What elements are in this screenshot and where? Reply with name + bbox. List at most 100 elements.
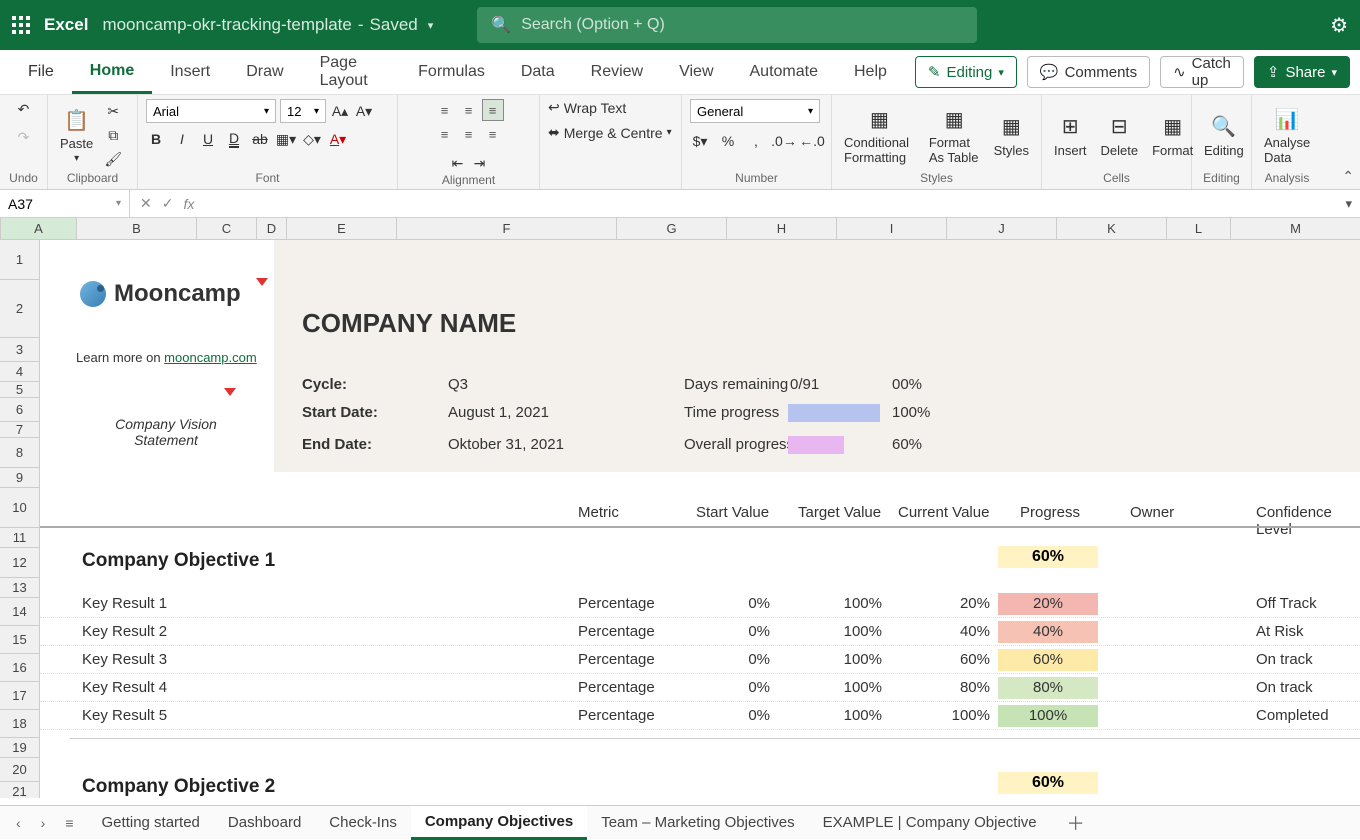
menu-view[interactable]: View	[661, 50, 731, 94]
menu-help[interactable]: Help	[836, 50, 905, 94]
name-box[interactable]: A37▾	[0, 190, 130, 217]
sheet-tab[interactable]: EXAMPLE | Company Objective	[809, 806, 1051, 840]
percent-icon[interactable]: %	[718, 131, 738, 151]
cell-styles-button[interactable]: ▦Styles	[990, 113, 1033, 158]
menu-formulas[interactable]: Formulas	[400, 50, 503, 94]
menu-automate[interactable]: Automate	[732, 50, 836, 94]
double-underline-icon[interactable]: D	[224, 129, 244, 149]
sheet-tab[interactable]: Team – Marketing Objectives	[587, 806, 808, 840]
row-header[interactable]: 15	[0, 626, 39, 654]
merge-centre-button[interactable]: ⬌Merge & Centre▾	[548, 124, 672, 141]
row-header[interactable]: 20	[0, 758, 39, 782]
increase-decimal-icon[interactable]: .0→	[774, 131, 794, 151]
format-as-table-button[interactable]: ▦Format As Table	[925, 105, 984, 165]
conditional-formatting-button[interactable]: ▦Conditional Formatting	[840, 105, 919, 165]
italic-icon[interactable]: I	[172, 129, 192, 149]
expand-formula-bar-icon[interactable]: ▾	[1345, 196, 1352, 212]
sheet-tab[interactable]: Check-Ins	[315, 806, 411, 840]
strikethrough-icon[interactable]: ab	[250, 129, 270, 149]
column-header[interactable]: L	[1167, 218, 1231, 239]
align-bottom-right-icon[interactable]: ≡	[482, 123, 504, 145]
cancel-formula-icon[interactable]: ✕	[140, 195, 152, 212]
catch-up-button[interactable]: ∿Catch up	[1160, 56, 1244, 88]
menu-insert[interactable]: Insert	[152, 50, 228, 94]
format-painter-icon[interactable]: 🖌	[103, 149, 123, 169]
row-header[interactable]: 17	[0, 682, 39, 710]
row-header[interactable]: 3	[0, 338, 39, 362]
column-header[interactable]: H	[727, 218, 837, 239]
comments-button[interactable]: 💬Comments	[1027, 56, 1150, 88]
row-header[interactable]: 9	[0, 468, 39, 488]
spreadsheet-canvas[interactable]: Mooncamp Learn more on mooncamp.com Comp…	[40, 240, 1360, 798]
insert-cells-button[interactable]: ⊞Insert	[1050, 113, 1091, 158]
share-button[interactable]: ⇪Share▾	[1254, 56, 1350, 88]
font-name-select[interactable]: Arial▾	[146, 99, 276, 123]
search-input[interactable]: 🔍 Search (Option + Q)	[477, 7, 977, 43]
row-header[interactable]: 16	[0, 654, 39, 682]
column-header[interactable]: B	[77, 218, 197, 239]
column-header[interactable]: D	[257, 218, 287, 239]
row-header[interactable]: 1	[0, 240, 39, 280]
add-sheet-button[interactable]: ＋	[1059, 810, 1093, 836]
sheet-tab[interactable]: Getting started	[88, 806, 214, 840]
row-header[interactable]: 2	[0, 280, 39, 338]
column-header[interactable]: F	[397, 218, 617, 239]
copy-icon[interactable]: ⧉	[103, 125, 123, 145]
app-launcher-icon[interactable]	[12, 16, 30, 34]
column-header[interactable]: K	[1057, 218, 1167, 239]
alignment-grid[interactable]: ≡≡≡ ≡≡≡	[434, 99, 504, 145]
menu-home[interactable]: Home	[72, 50, 152, 94]
tab-scroll-right[interactable]: ›	[35, 815, 52, 831]
mode-editing-button[interactable]: ✎Editing▾	[915, 56, 1017, 88]
analyse-data-button[interactable]: 📊Analyse Data	[1260, 105, 1314, 165]
row-header[interactable]: 14	[0, 598, 39, 626]
settings-icon[interactable]: ⚙	[1330, 13, 1348, 38]
number-format-select[interactable]: General▾	[690, 99, 820, 123]
increase-font-icon[interactable]: A▴	[330, 101, 350, 121]
row-header[interactable]: 12	[0, 548, 39, 578]
font-size-select[interactable]: 12▾	[280, 99, 326, 123]
tab-scroll-left[interactable]: ‹	[10, 815, 27, 831]
decrease-decimal-icon[interactable]: ←.0	[802, 131, 822, 151]
column-header[interactable]: J	[947, 218, 1057, 239]
align-top-left-icon[interactable]: ≡	[434, 99, 456, 121]
borders-icon[interactable]: ▦▾	[276, 129, 296, 149]
undo-icon[interactable]: ↶	[14, 99, 34, 119]
column-header[interactable]: G	[617, 218, 727, 239]
row-header[interactable]: 5	[0, 382, 39, 398]
row-header[interactable]: 19	[0, 738, 39, 758]
column-header[interactable]: M	[1231, 218, 1360, 239]
menu-data[interactable]: Data	[503, 50, 573, 94]
format-cells-button[interactable]: ▦Format	[1148, 113, 1197, 158]
fill-color-icon[interactable]: ◇▾	[302, 129, 322, 149]
mooncamp-link[interactable]: mooncamp.com	[164, 350, 256, 365]
accept-formula-icon[interactable]: ✓	[162, 195, 174, 212]
align-top-center-icon[interactable]: ≡	[458, 99, 480, 121]
menu-review[interactable]: Review	[573, 50, 661, 94]
column-header[interactable]: E	[287, 218, 397, 239]
document-title[interactable]: mooncamp-okr-tracking-template - Saved ▾	[102, 15, 433, 35]
column-header[interactable]: A	[1, 218, 77, 239]
redo-icon[interactable]: ↷	[14, 127, 34, 147]
all-sheets-icon[interactable]: ≡	[59, 815, 79, 831]
editing-group-button[interactable]: 🔍Editing	[1200, 113, 1248, 158]
ribbon-collapse-icon[interactable]: ⌃	[1342, 168, 1354, 185]
currency-icon[interactable]: $▾	[690, 131, 710, 151]
decrease-font-icon[interactable]: A▾	[354, 101, 374, 121]
row-header[interactable]: 18	[0, 710, 39, 738]
fx-icon[interactable]: fx	[183, 196, 194, 212]
increase-indent-icon[interactable]: ⇥	[470, 153, 490, 173]
wrap-text-button[interactable]: ↩Wrap Text	[548, 99, 626, 116]
delete-cells-button[interactable]: ⊟Delete	[1097, 113, 1143, 158]
menu-file[interactable]: File	[10, 50, 72, 94]
row-header[interactable]: 8	[0, 438, 39, 468]
row-header[interactable]: 11	[0, 528, 39, 548]
cut-icon[interactable]: ✂	[103, 101, 123, 121]
align-bottom-left-icon[interactable]: ≡	[434, 123, 456, 145]
row-header[interactable]: 13	[0, 578, 39, 598]
align-top-right-icon[interactable]: ≡	[482, 99, 504, 121]
row-header[interactable]: 6	[0, 398, 39, 422]
column-header[interactable]: C	[197, 218, 257, 239]
menu-draw[interactable]: Draw	[228, 50, 301, 94]
row-header[interactable]: 21	[0, 782, 39, 798]
